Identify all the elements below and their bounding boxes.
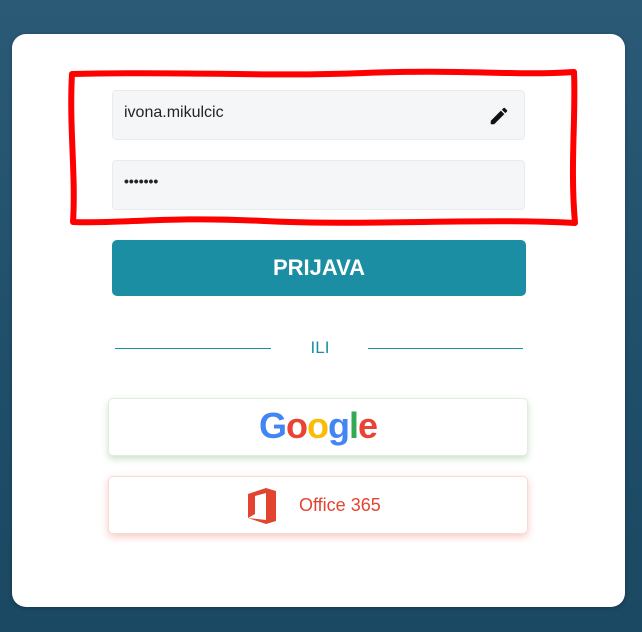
google-letter: e [358, 405, 378, 446]
google-letter: G [258, 405, 287, 446]
google-letter: g [327, 405, 350, 446]
pencil-icon[interactable] [488, 105, 510, 127]
office-logo-icon [246, 487, 278, 525]
google-logo: Google [109, 405, 527, 447]
divider-line-right [368, 348, 523, 349]
password-field[interactable]: ••••••• [112, 160, 525, 210]
google-login-button[interactable]: Google [108, 398, 528, 456]
divider-line-left [115, 348, 271, 349]
username-value: ivona.mikulcic [124, 104, 224, 121]
google-letter: l [348, 405, 359, 446]
username-field[interactable]: ivona.mikulcic [112, 90, 525, 140]
divider-or-text: ILI [310, 338, 330, 357]
google-letter: o [285, 405, 308, 446]
office365-login-button[interactable]: Office 365 [108, 476, 528, 534]
login-button[interactable]: PRIJAVA [112, 240, 526, 296]
google-letter: o [306, 405, 329, 446]
office365-label: Office 365 [299, 495, 381, 515]
password-value: ••••••• [124, 173, 159, 189]
